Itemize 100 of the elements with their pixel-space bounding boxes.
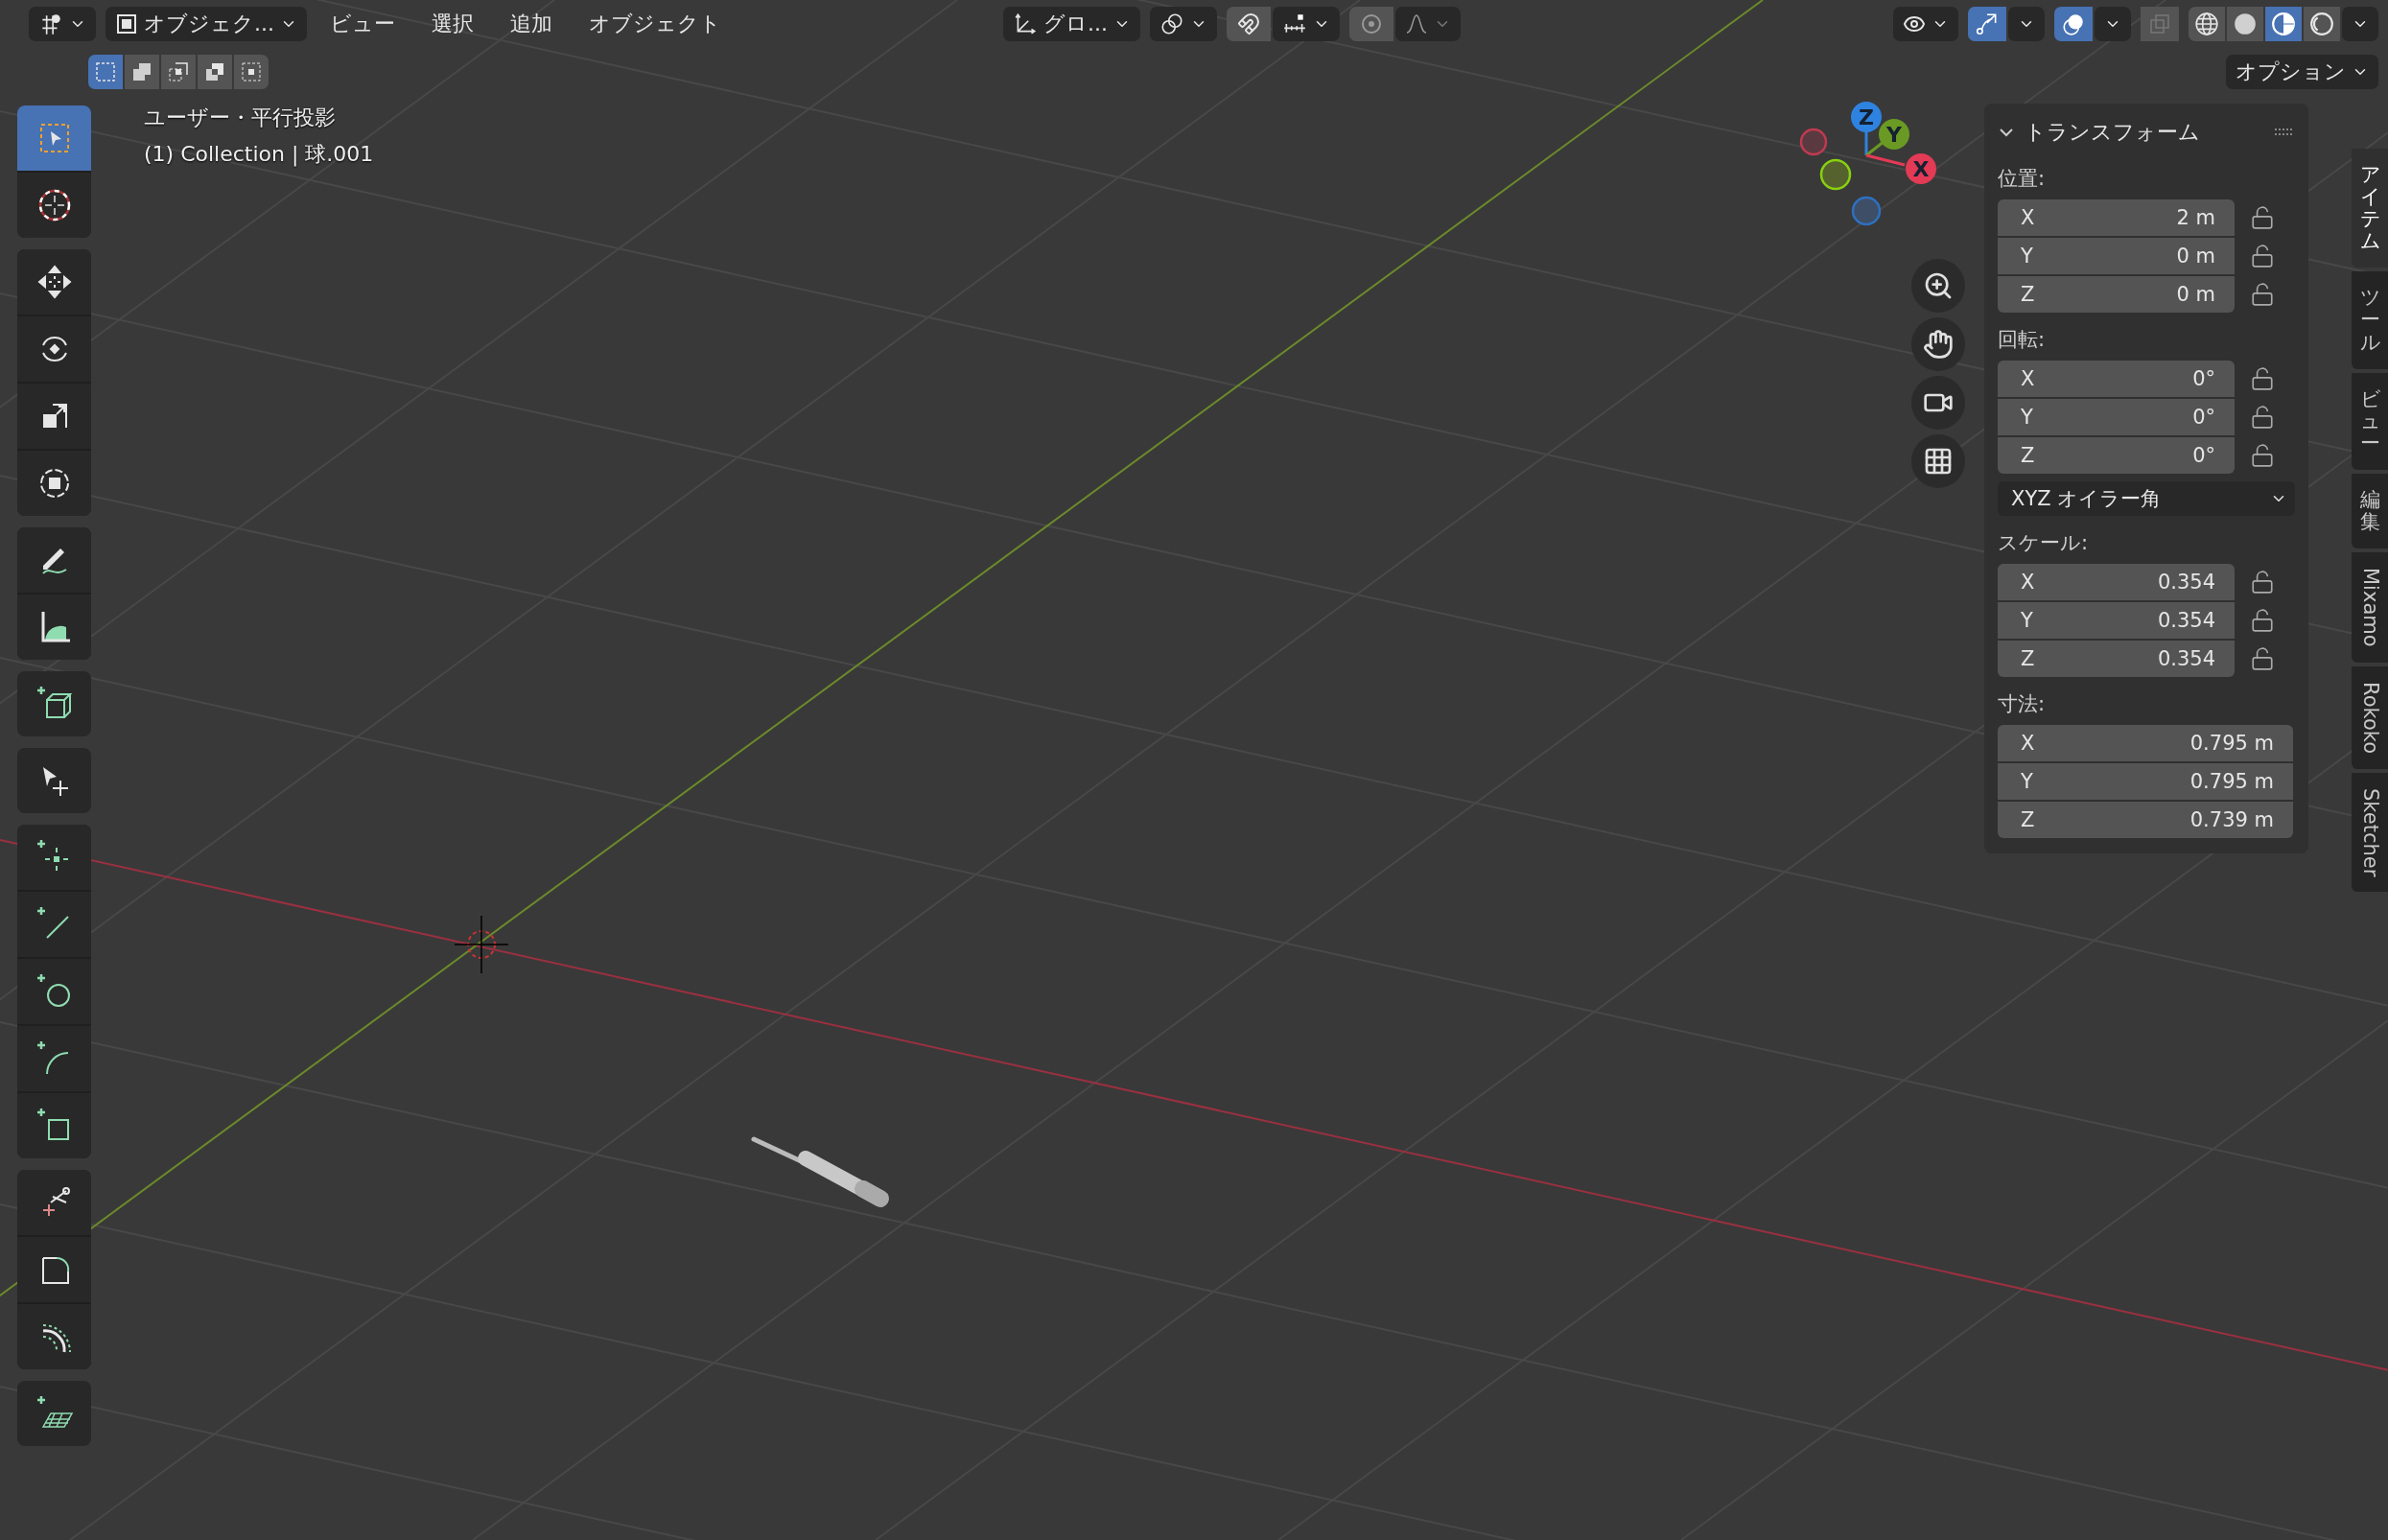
tool-button[interactable] bbox=[17, 173, 91, 238]
falloff-curve-icon bbox=[1404, 12, 1428, 35]
editor-type-button[interactable] bbox=[29, 7, 96, 41]
select-invert-icon bbox=[203, 60, 226, 83]
section-label: 位置: bbox=[1998, 166, 2047, 192]
tool-button[interactable] bbox=[17, 451, 91, 516]
select-mode-button[interactable] bbox=[125, 55, 159, 89]
unlock-icon[interactable] bbox=[2250, 443, 2275, 468]
section-label: 寸法: bbox=[1998, 691, 2047, 717]
sphere-shading-icon bbox=[2309, 12, 2334, 36]
axis-handle[interactable]: Z bbox=[1851, 102, 1882, 132]
proportional-edit-toggle[interactable] bbox=[1348, 7, 1393, 41]
menu-item[interactable]: 選択 bbox=[418, 10, 487, 38]
snap-toggle[interactable] bbox=[1226, 7, 1271, 41]
number-field[interactable]: Z 0 m bbox=[1998, 276, 2235, 313]
tool-button[interactable] bbox=[17, 595, 91, 660]
tool-button[interactable] bbox=[17, 316, 91, 382]
axis-handle[interactable]: X bbox=[1906, 153, 1936, 184]
unlock-icon[interactable] bbox=[2250, 366, 2275, 391]
sidebar-tab[interactable]: アイテム bbox=[2352, 149, 2388, 268]
shading-mode-button[interactable] bbox=[2304, 7, 2340, 41]
tool-button[interactable] bbox=[17, 1170, 91, 1235]
camera-button[interactable] bbox=[1911, 376, 1965, 430]
number-field[interactable]: Y 0.795 m bbox=[1998, 763, 2293, 800]
number-field[interactable]: X 0.795 m bbox=[1998, 725, 2293, 761]
tool-button[interactable] bbox=[17, 959, 91, 1024]
sphere-shading-icon bbox=[2271, 12, 2296, 36]
tool-button[interactable] bbox=[17, 1237, 91, 1302]
unlock-icon[interactable] bbox=[2250, 608, 2275, 633]
sphere-shading-icon bbox=[2233, 12, 2258, 36]
drag-handle-icon[interactable] bbox=[2274, 128, 2293, 137]
hand-icon bbox=[1923, 329, 1954, 360]
menu-item[interactable]: オブジェクト bbox=[575, 10, 735, 38]
select-mode-button[interactable] bbox=[161, 55, 196, 89]
axis-handle[interactable] bbox=[1851, 196, 1882, 226]
menu-item[interactable]: ビュー bbox=[316, 10, 409, 38]
select-extend-icon bbox=[130, 60, 153, 83]
sidebar-tab[interactable]: ツール bbox=[2352, 271, 2388, 369]
number-field[interactable]: Y 0.354 bbox=[1998, 602, 2235, 639]
number-field[interactable]: Z 0.739 m bbox=[1998, 802, 2293, 838]
select-intersect-icon bbox=[240, 60, 263, 83]
overlay-toggle[interactable] bbox=[2054, 7, 2093, 41]
unlock-icon[interactable] bbox=[2250, 570, 2275, 595]
sidebar-tab[interactable]: 編集 bbox=[2352, 473, 2388, 549]
dot-ring-icon bbox=[1359, 12, 1383, 35]
ortho-grid-button[interactable] bbox=[1911, 434, 1965, 488]
falloff-dropdown[interactable] bbox=[1394, 7, 1461, 41]
tool-button[interactable] bbox=[17, 748, 91, 813]
zoom-button[interactable] bbox=[1911, 259, 1965, 313]
view-name: ユーザー・平行投影 bbox=[144, 105, 337, 131]
axis-handle[interactable] bbox=[1799, 128, 1828, 156]
sidebar-tab[interactable]: ビュー bbox=[2352, 372, 2388, 470]
select-subtract-icon bbox=[167, 60, 190, 83]
number-field[interactable]: Y 0° bbox=[1998, 399, 2235, 435]
unlock-icon[interactable] bbox=[2250, 282, 2275, 307]
shading-mode-button[interactable] bbox=[2189, 7, 2225, 41]
sidebar-tab[interactable]: Mixamo bbox=[2352, 552, 2388, 663]
select-mode-button[interactable] bbox=[88, 55, 123, 89]
visibility-dropdown[interactable] bbox=[1893, 7, 1958, 41]
unlock-icon[interactable] bbox=[2250, 205, 2275, 230]
tool-button[interactable] bbox=[17, 1093, 91, 1158]
number-field[interactable]: Y 0 m bbox=[1998, 238, 2235, 274]
number-field[interactable]: Z 0.354 bbox=[1998, 641, 2235, 677]
rotation-mode-dropdown[interactable]: XYZ オイラー角 bbox=[1998, 481, 2295, 516]
orientation-dropdown[interactable]: グロ... bbox=[1003, 7, 1140, 41]
overlapping-circles-icon bbox=[2061, 12, 2086, 36]
number-field[interactable]: X 2 m bbox=[1998, 199, 2235, 236]
axis-handle[interactable] bbox=[1819, 158, 1852, 191]
tool-button[interactable] bbox=[17, 1304, 91, 1369]
tool-button[interactable] bbox=[17, 384, 91, 449]
number-field[interactable]: X 0° bbox=[1998, 361, 2235, 397]
unlock-icon[interactable] bbox=[2250, 244, 2275, 268]
select-new-icon bbox=[94, 60, 117, 83]
number-field[interactable]: X 0.354 bbox=[1998, 564, 2235, 600]
gizmo-toggle[interactable] bbox=[1968, 7, 2006, 41]
shading-mode-button[interactable] bbox=[2265, 7, 2302, 41]
xray-squares-icon bbox=[2148, 12, 2171, 35]
sidebar-tab[interactable]: Sketcher bbox=[2352, 772, 2388, 893]
unlock-icon[interactable] bbox=[2250, 405, 2275, 430]
select-mode-button[interactable] bbox=[198, 55, 232, 89]
xray-toggle[interactable] bbox=[2141, 7, 2179, 41]
tool-button[interactable] bbox=[17, 671, 91, 736]
menu-item[interactable]: 追加 bbox=[497, 10, 566, 38]
axis-handle[interactable]: Y bbox=[1879, 119, 1909, 150]
pivot-dropdown[interactable] bbox=[1149, 7, 1217, 41]
tool-button[interactable] bbox=[17, 527, 91, 593]
sidebar-tab[interactable]: Rokoko bbox=[2352, 665, 2388, 769]
tool-button[interactable] bbox=[17, 249, 91, 315]
snap-target-dropdown[interactable] bbox=[1272, 7, 1340, 41]
unlock-icon[interactable] bbox=[2250, 646, 2275, 671]
select-mode-button[interactable] bbox=[234, 55, 269, 89]
mode-dropdown[interactable]: オブジェク... bbox=[105, 7, 307, 41]
square-icon bbox=[115, 12, 138, 35]
pan-button[interactable] bbox=[1911, 317, 1965, 371]
panel-title[interactable]: トランスフォーム bbox=[2025, 118, 2264, 147]
sphere-shading-icon bbox=[2194, 12, 2219, 36]
options-dropdown[interactable]: オプション bbox=[2226, 55, 2378, 89]
number-field[interactable]: Z 0° bbox=[1998, 437, 2235, 474]
tool-button[interactable] bbox=[17, 1381, 91, 1446]
shading-mode-button[interactable] bbox=[2227, 7, 2263, 41]
